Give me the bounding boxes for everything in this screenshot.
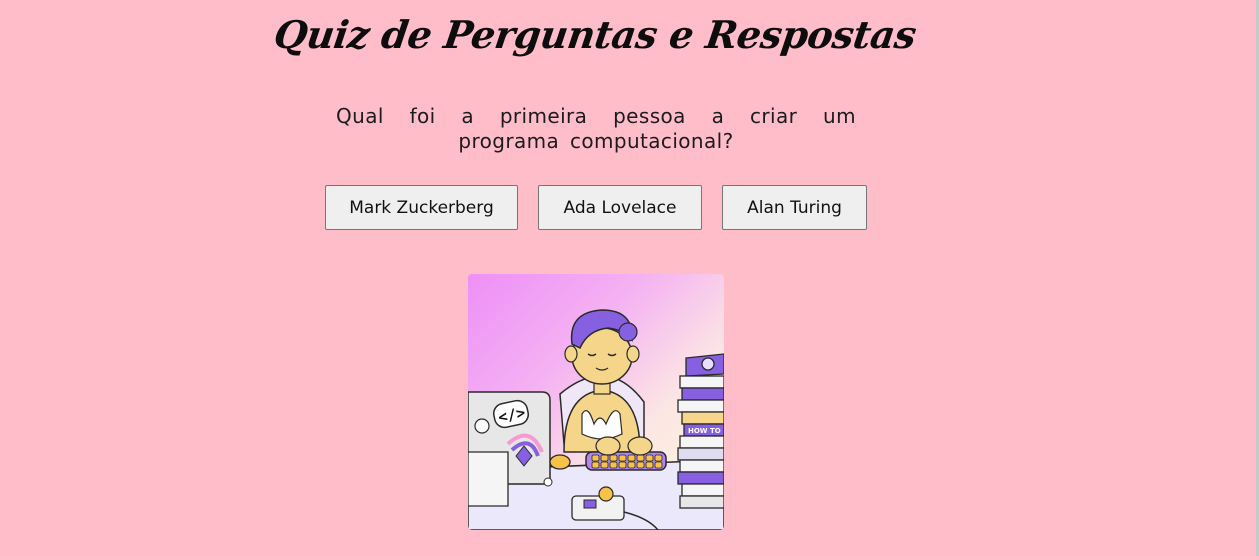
apple-logo-icon: [474, 418, 490, 434]
book-stack: HOW TO: [677, 353, 724, 509]
question-text: Qual foi a primeira pessoa a criar um pr…: [336, 104, 856, 153]
answer-button-alan-turing[interactable]: Alan Turing: [722, 185, 867, 230]
joystick-device: [571, 495, 625, 521]
mouse: [549, 454, 571, 470]
answer-button-mark-zuckerberg[interactable]: Mark Zuckerberg: [325, 185, 518, 230]
quiz-illustration: </> HOW TO: [468, 274, 724, 530]
programmer-illustration: </> HOW TO: [468, 309, 724, 530]
answer-button-ada-lovelace[interactable]: Ada Lovelace: [538, 185, 702, 230]
page-title: Quiz de Perguntas e Respostas: [271, 12, 919, 57]
book-spine-text: HOW TO: [688, 427, 721, 435]
